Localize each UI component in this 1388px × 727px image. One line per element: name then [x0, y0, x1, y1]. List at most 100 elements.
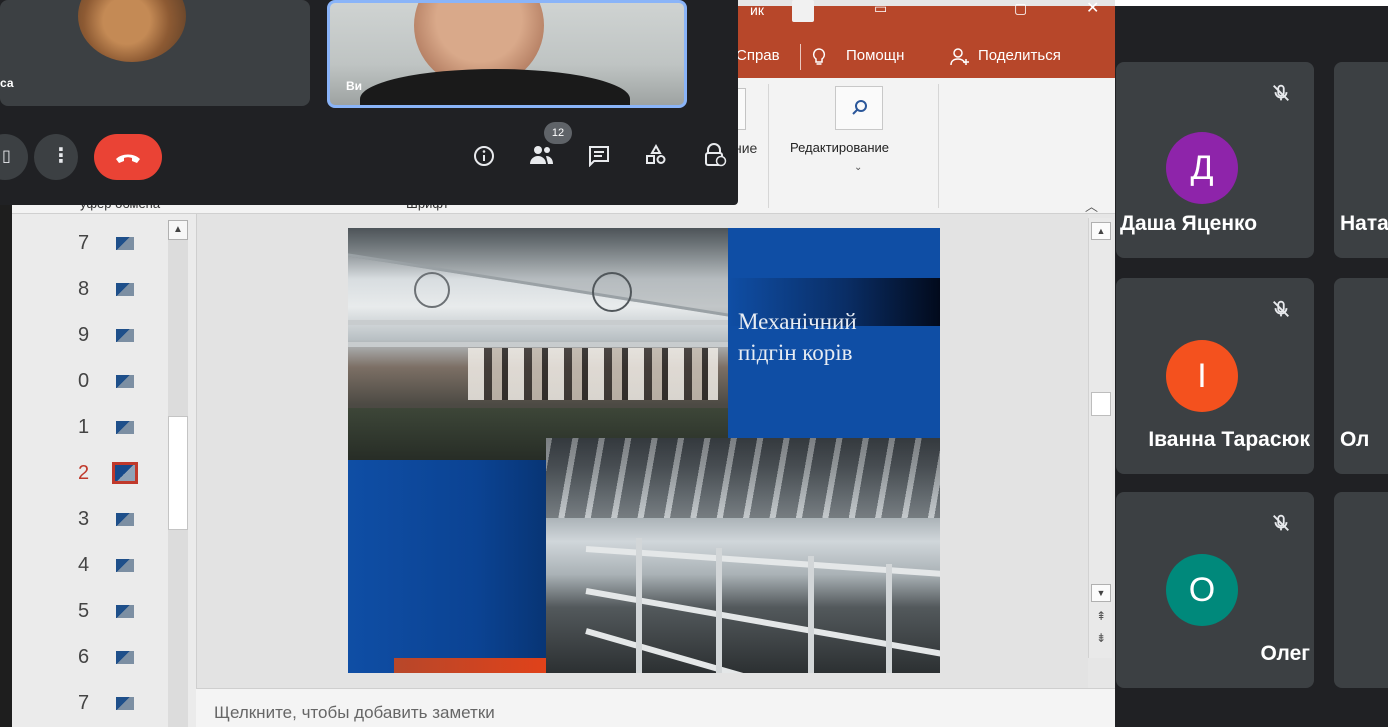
slide-number: 7	[78, 692, 90, 714]
tab-separator	[800, 44, 801, 70]
slide-thumbnail[interactable]: 7	[78, 690, 158, 722]
restore-icon[interactable]: ▢	[1014, 0, 1027, 17]
participant-tile[interactable]: Ол	[1334, 278, 1388, 474]
thumbnail-scrollbar[interactable]: ▲	[168, 220, 188, 727]
scroll-up-arrow-icon[interactable]: ▲	[168, 220, 188, 240]
fan-icon	[414, 272, 450, 308]
camera-button[interactable]: ▯	[0, 134, 28, 180]
ribbon-divider	[768, 84, 769, 208]
chevron-down-icon[interactable]: ⌄	[854, 162, 862, 173]
participant-tile[interactable]: Натал	[1334, 62, 1388, 258]
scrollbar-thumb[interactable]	[1091, 392, 1111, 416]
mic-off-icon	[1273, 514, 1289, 531]
slide-preview	[116, 375, 134, 388]
slide-thumbnail[interactable]: 7	[78, 230, 158, 262]
user-avatar[interactable]	[792, 0, 814, 22]
slide-thumbnail[interactable]: 6	[78, 644, 158, 676]
slide-title-line: Механічний	[738, 309, 857, 334]
notes-pane[interactable]: Щелкните, чтобы добавить заметки	[196, 688, 1115, 727]
slide-canvas[interactable]: Механічний підгін корів	[348, 228, 940, 673]
more-options-button[interactable]: ⋮	[34, 134, 78, 180]
slide-preview	[116, 605, 134, 618]
participant-photo	[78, 0, 186, 62]
slide-title[interactable]: Механічний підгін корів	[738, 306, 938, 368]
chat-icon[interactable]	[587, 145, 611, 167]
slide-thumbnail[interactable]: 4	[78, 552, 158, 584]
participant-name: Даша Яценко	[1120, 212, 1258, 235]
slide-preview	[116, 559, 134, 572]
camera-icon: ▯	[2, 148, 11, 165]
avatar-initial: І	[1197, 357, 1207, 395]
close-icon[interactable]: ✕	[1086, 0, 1099, 18]
slide-preview	[116, 513, 134, 526]
previous-slide-icon[interactable]: ⇞	[1095, 610, 1107, 622]
slide-thumbnail[interactable]: 1	[78, 414, 158, 446]
slide-thumbnail[interactable]: 5	[78, 598, 158, 630]
mic-off-icon	[1273, 84, 1289, 101]
slide-title-line: підгін корів	[738, 340, 853, 365]
more-vert-icon: ⋮	[51, 145, 71, 167]
share-person-icon	[950, 48, 969, 66]
barn-post	[886, 564, 892, 673]
participant-tile[interactable]: са	[0, 0, 310, 106]
collapse-ribbon-icon[interactable]: ︿	[1085, 196, 1099, 214]
scroll-down-arrow-icon[interactable]: ▼	[1091, 584, 1111, 602]
slide-scrollbar[interactable]: ▲ ▼ ⇞ ⇟	[1088, 218, 1112, 658]
orange-accent-bar	[394, 658, 546, 673]
activities-icon[interactable]	[644, 143, 668, 167]
avatar-initial: О	[1188, 571, 1216, 609]
lightbulb-icon	[812, 48, 826, 65]
window-edge	[1110, 0, 1388, 6]
ribbon-divider	[938, 84, 939, 208]
slide-preview	[112, 462, 138, 484]
info-icon[interactable]	[472, 144, 496, 168]
barn-photo-bottom	[546, 438, 940, 673]
tab-help[interactable]: Помощн	[846, 47, 904, 64]
end-call-button[interactable]	[94, 134, 162, 180]
barn-post	[636, 538, 642, 673]
self-video-tile[interactable]: Ви	[327, 0, 687, 108]
participant-tile[interactable]	[1334, 492, 1388, 688]
notes-placeholder: Щелкните, чтобы добавить заметки	[214, 703, 495, 722]
editing-button[interactable]: Редактирование	[790, 140, 889, 155]
mic-off-icon	[1273, 300, 1289, 317]
participant-avatar: І	[1166, 340, 1238, 412]
slide-preview	[116, 329, 134, 342]
next-slide-icon[interactable]: ⇟	[1095, 632, 1107, 644]
share-button[interactable]: Поделиться	[978, 47, 1061, 64]
cows-image	[468, 348, 718, 400]
slide-preview	[116, 697, 134, 710]
host-controls-lock-icon[interactable]	[702, 142, 728, 168]
participant-tile[interactable]: І Іванна Тарасюк	[1116, 278, 1314, 474]
ribbon-display-icon[interactable]: ▭	[874, 0, 887, 17]
participant-avatar: О	[1166, 554, 1238, 626]
scroll-up-arrow-icon[interactable]: ▲	[1091, 222, 1111, 240]
people-icon[interactable]	[528, 142, 556, 168]
slide-thumbnail[interactable]: 0	[78, 368, 158, 400]
participant-name: Ол	[1340, 428, 1370, 451]
tab-review[interactable]: Справ	[736, 47, 780, 64]
fan-icon	[592, 272, 632, 312]
find-button[interactable]	[835, 86, 883, 130]
slide-number: 2	[78, 462, 90, 484]
participant-name: Іванна Тарасюк	[1148, 428, 1310, 451]
participant-tile[interactable]: Д Даша Яценко	[1116, 62, 1314, 258]
scrollbar-thumb[interactable]	[168, 416, 188, 530]
slide-thumbnail-selected[interactable]: 2	[78, 460, 158, 492]
hang-up-icon	[116, 154, 140, 163]
slide-thumbnail[interactable]: 3	[78, 506, 158, 538]
participant-name: Натал	[1340, 212, 1388, 235]
slide-preview	[116, 421, 134, 434]
slide-thumbnail-pane: 7 8 9 0 1 2 3 4 5 6 7 ▲	[12, 214, 196, 727]
slide-preview	[116, 651, 134, 664]
meet-floating-panel: са Ви ▯ ⋮ 12	[0, 0, 738, 205]
blue-block	[348, 460, 546, 673]
participant-tile[interactable]: О Олег	[1116, 492, 1314, 688]
slide-number: 0	[78, 370, 90, 392]
window-title: ик	[750, 2, 764, 18]
slide-thumbnail[interactable]: 8	[78, 276, 158, 308]
slide-thumbnail[interactable]: 9	[78, 322, 158, 354]
search-icon	[852, 100, 867, 115]
slide-number: 8	[78, 278, 90, 300]
slide-number: 4	[78, 554, 90, 576]
